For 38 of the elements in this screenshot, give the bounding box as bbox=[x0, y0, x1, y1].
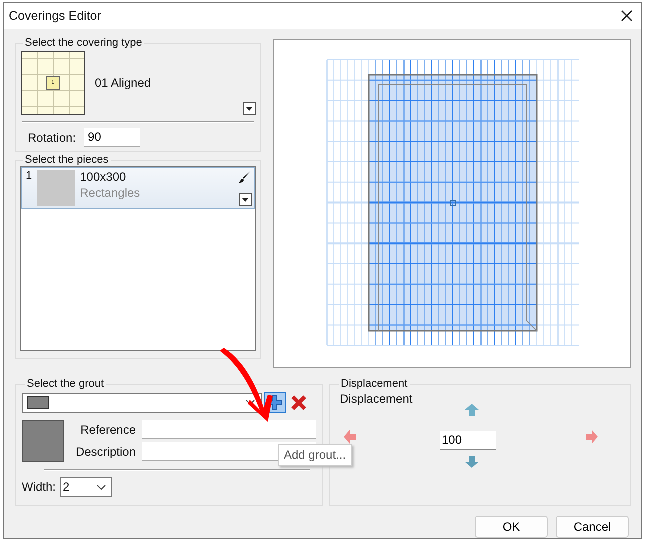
tooltip: Add grout... bbox=[278, 444, 352, 466]
piece-type: Rectangles bbox=[80, 186, 142, 200]
rotation-field[interactable]: 90 bbox=[84, 128, 140, 147]
grout-color-swatch bbox=[22, 420, 64, 462]
brush-icon[interactable] bbox=[238, 170, 252, 184]
grout-swatch bbox=[27, 396, 49, 409]
width-dropdown[interactable]: 2 bbox=[60, 477, 112, 497]
left-arrow-icon[interactable] bbox=[344, 430, 356, 444]
group-label: Select the grout bbox=[26, 378, 106, 390]
delete-icon[interactable] bbox=[291, 394, 307, 410]
right-arrow-icon[interactable] bbox=[586, 430, 598, 444]
displacement-label: Displacement bbox=[340, 392, 414, 406]
group-label: Displacement bbox=[340, 378, 409, 390]
dialog-button[interactable]: OK bbox=[475, 516, 548, 538]
covering-name: 01 Aligned bbox=[95, 76, 152, 90]
up-arrow-icon[interactable] bbox=[465, 404, 479, 416]
down-arrow-icon[interactable] bbox=[465, 456, 479, 468]
caret-icon bbox=[246, 106, 253, 110]
width-label: Width: bbox=[22, 480, 56, 494]
dialog-button[interactable]: Cancel bbox=[556, 516, 629, 538]
window-title: Coverings Editor bbox=[9, 9, 102, 23]
caret-icon bbox=[242, 198, 249, 202]
reference-label: Reference bbox=[80, 422, 136, 436]
group-label: Select the covering type bbox=[24, 37, 144, 49]
reference-field[interactable] bbox=[142, 420, 316, 439]
piece-item[interactable]: 1 100x300 Rectangles bbox=[21, 167, 255, 209]
close-icon[interactable] bbox=[621, 10, 633, 22]
dropdown-button[interactable] bbox=[239, 193, 252, 206]
displacement-field[interactable]: 100 bbox=[440, 431, 496, 450]
description-label: Description bbox=[74, 444, 136, 458]
piece-name: 100x300 bbox=[80, 170, 128, 184]
group-label: Select the pieces bbox=[24, 154, 110, 166]
dropdown-button[interactable] bbox=[243, 102, 256, 115]
piece-swatch bbox=[37, 170, 76, 206]
rotation-label: Rotation: bbox=[28, 130, 76, 144]
grout-dropdown[interactable] bbox=[22, 392, 262, 412]
piece-index: 1 bbox=[26, 170, 32, 184]
chevron-icon bbox=[97, 484, 106, 490]
